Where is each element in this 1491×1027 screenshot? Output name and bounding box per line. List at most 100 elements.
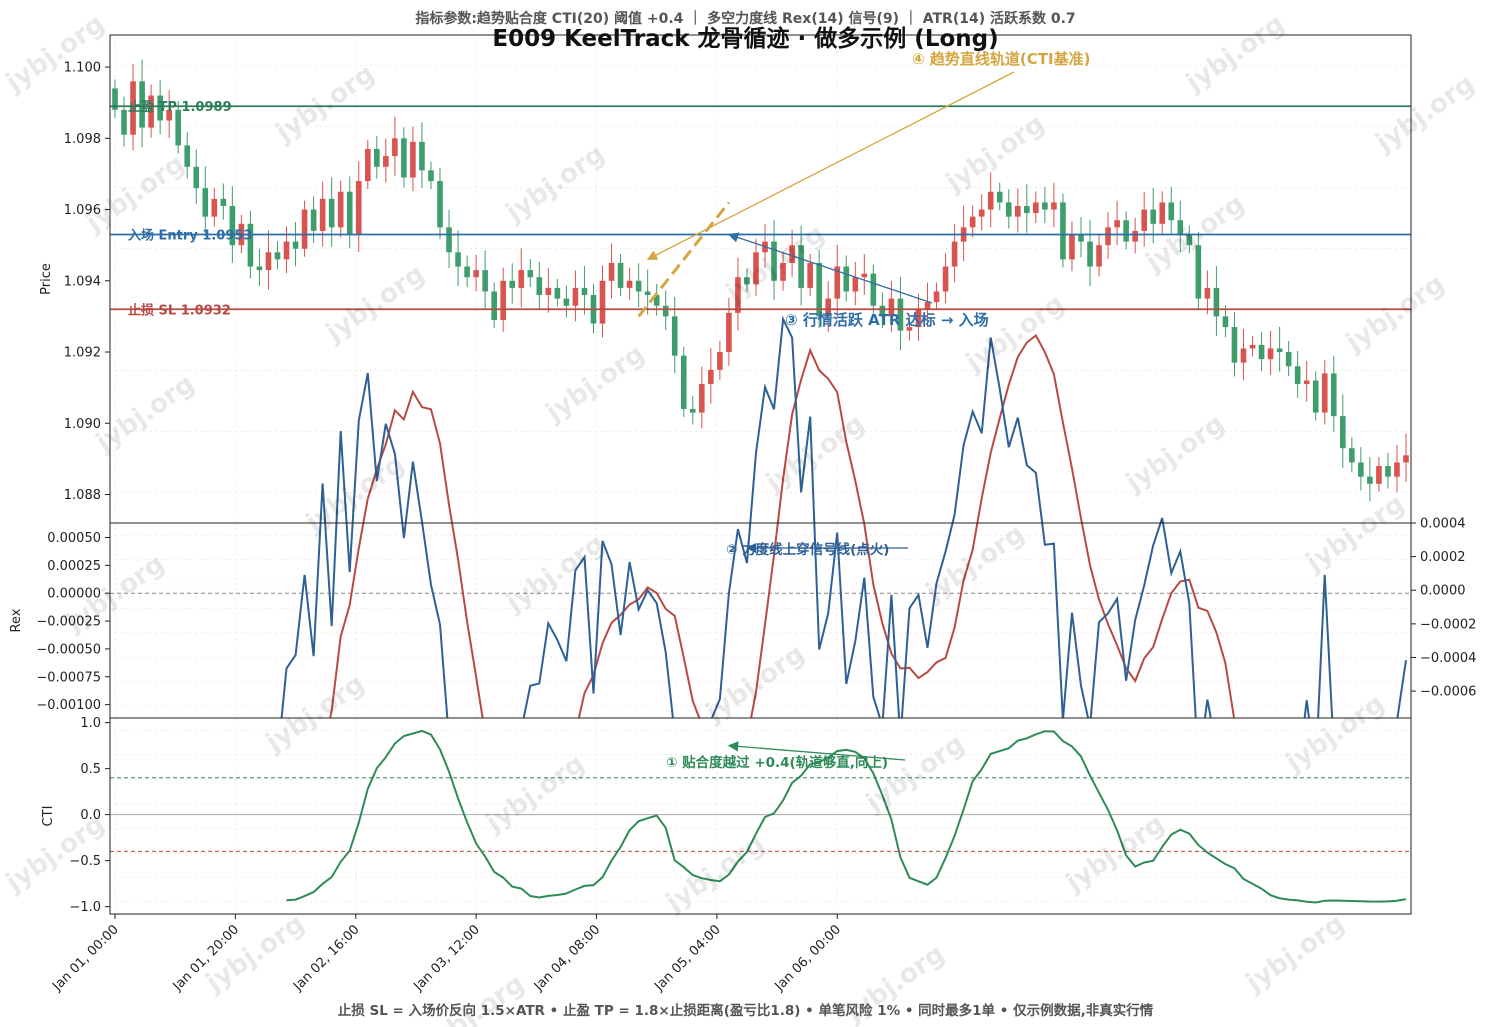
candle-body — [1303, 380, 1310, 385]
price-y-tick-label: 1.088 — [64, 488, 101, 503]
candle-body — [1312, 380, 1319, 413]
candle-body — [1024, 205, 1030, 214]
candle-body — [1376, 466, 1382, 484]
candle-body — [446, 227, 452, 253]
candle-body — [861, 273, 868, 278]
candle-body — [726, 312, 732, 353]
candle-body — [689, 409, 696, 413]
candle-body — [1231, 327, 1238, 363]
x-tick-label: Jan 04, 08:00 — [531, 922, 603, 994]
candle-body — [193, 166, 200, 189]
rex-y-tick-label: −0.00100 — [36, 698, 101, 713]
cti-y-tick-label: 0.5 — [80, 762, 101, 777]
candle-body — [1276, 348, 1283, 353]
rex-right-y-tick-label: 0.0000 — [1420, 584, 1466, 599]
candle-body — [319, 198, 326, 231]
candle-body — [536, 277, 543, 296]
candle-body — [870, 273, 877, 306]
sl-level-label: 止损 SL 1.0932 — [128, 302, 231, 318]
candle-body — [455, 252, 461, 267]
rex-y-tick-label: 0.00025 — [47, 559, 101, 574]
x-tick-label: Jan 03, 12:00 — [411, 922, 483, 994]
rex-annotation-label: ② 力度线上穿信号线(点火) — [726, 541, 889, 558]
candle-body — [942, 266, 949, 292]
candle-body — [1033, 202, 1039, 214]
candle-body — [121, 109, 127, 135]
candle-body — [1014, 205, 1021, 217]
candle-body — [1132, 230, 1138, 242]
candle-body — [1060, 202, 1066, 260]
cti-annotation-label: ① 贴合度越过 +0.4(轨道够直,向上) — [666, 754, 888, 771]
price-y-tick-label: 1.094 — [64, 274, 101, 289]
candle-body — [969, 216, 976, 228]
atr-annotation-label: ③ 行情活跃 ATR 达标 → 入场 — [785, 311, 989, 329]
risk-footer-text: 止损 SL = 入场价反向 1.5×ATR • 止盈 TP = 1.8×止损距离… — [337, 1003, 1154, 1019]
candle-body — [1123, 220, 1129, 242]
candle-body — [1367, 476, 1373, 484]
candle-body — [419, 141, 425, 171]
candle-body — [491, 291, 497, 320]
candle-body — [518, 270, 525, 288]
candle-body — [500, 280, 507, 320]
candle-body — [509, 280, 516, 288]
candle-body — [482, 270, 488, 292]
cti-y-axis-label: CTI — [41, 806, 56, 827]
candle-body — [545, 287, 552, 296]
candle-body — [1042, 202, 1048, 210]
candle-body — [644, 291, 651, 296]
candle-body — [626, 280, 633, 288]
candle-body — [410, 141, 416, 178]
tp-level-label: 止盈 TP 1.0989 — [128, 99, 232, 115]
candle-body — [1349, 448, 1355, 463]
candle-body — [1358, 462, 1364, 477]
candle-body — [1168, 202, 1175, 221]
cti-y-tick-label: −1.0 — [69, 900, 101, 915]
candle-body — [328, 198, 335, 228]
candle-body — [437, 181, 443, 228]
candle-body — [184, 145, 191, 167]
candle-body — [599, 280, 606, 324]
cti-panel: 1.00.50.0−0.5−1.0CTI① 贴合度越过 +0.4(轨道够直,向上… — [41, 716, 1412, 915]
watermark-text: jybj.org — [1240, 909, 1350, 999]
candle-body — [1294, 366, 1301, 385]
candle-body — [364, 148, 371, 182]
candle-body — [1069, 234, 1075, 260]
price-y-tick-label: 1.092 — [64, 346, 101, 361]
candle-body — [1096, 245, 1102, 267]
rex-right-y-tick-label: −0.0002 — [1420, 617, 1476, 632]
candle-body — [987, 191, 994, 210]
candle-body — [301, 209, 308, 249]
candle-body — [1267, 348, 1274, 360]
candle-body — [951, 241, 958, 267]
candle-body — [1105, 227, 1111, 246]
candle-body — [428, 170, 434, 182]
candle-body — [617, 262, 624, 288]
candle-body — [1403, 455, 1409, 463]
candle-body — [1213, 287, 1220, 317]
candle-body — [220, 198, 227, 206]
candle-body — [527, 270, 534, 278]
rex-y-tick-label: −0.00050 — [36, 642, 101, 657]
entry-level-label: 入场 Entry 1.0953 — [128, 228, 252, 243]
candle-body — [1222, 316, 1229, 328]
candle-body — [708, 369, 714, 385]
candle-body — [717, 352, 723, 370]
candle-body — [292, 241, 299, 249]
rex-right-y-tick-label: 0.0002 — [1420, 550, 1466, 565]
candle-body — [211, 198, 218, 217]
candle-body — [1150, 209, 1157, 224]
candle-body — [1330, 373, 1337, 417]
candle-body — [572, 287, 579, 306]
cti-plot-area — [110, 718, 1411, 914]
x-tick-label: Jan 01, 00:00 — [49, 922, 121, 994]
candle-body — [464, 266, 470, 278]
candle-body — [996, 191, 1003, 203]
candle-body — [1385, 466, 1391, 477]
cti-y-tick-label: 1.0 — [80, 716, 101, 731]
candle-body — [924, 302, 931, 310]
candle-body — [807, 262, 813, 288]
candle-body — [374, 148, 380, 167]
candle-body — [581, 287, 588, 296]
candle-body — [392, 138, 398, 157]
x-tick-label: Jan 06, 00:00 — [772, 922, 844, 994]
